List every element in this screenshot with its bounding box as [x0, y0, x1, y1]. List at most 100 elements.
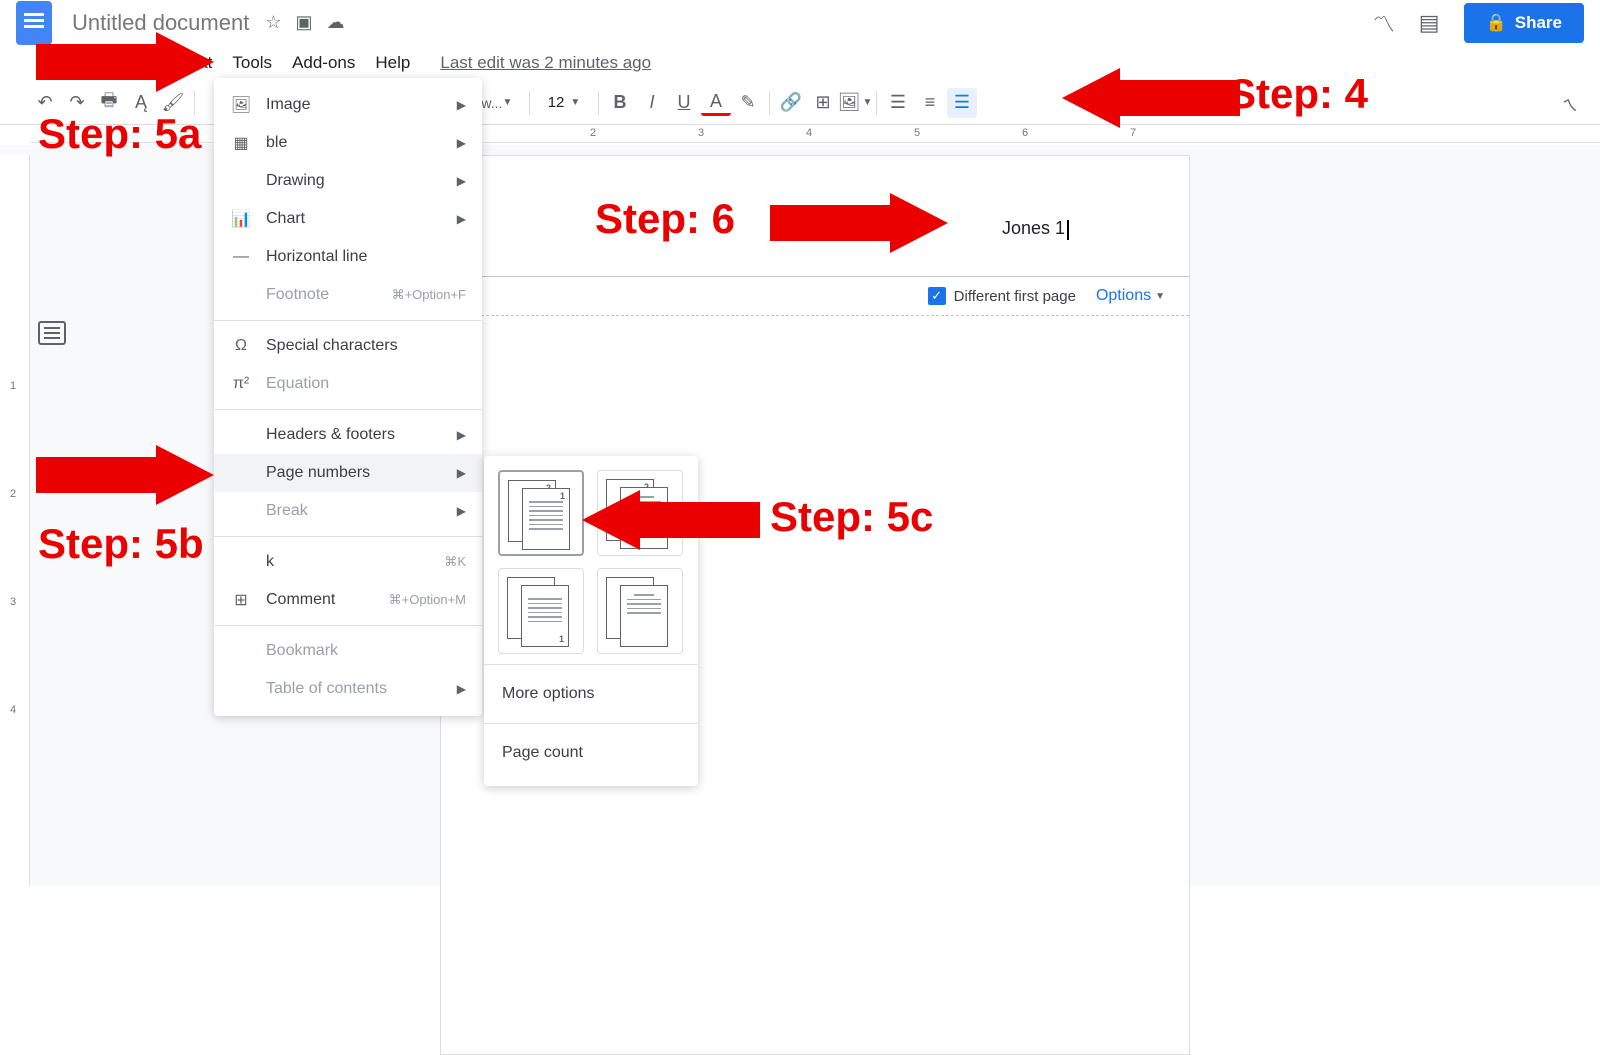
submenu-page-count[interactable]: Page count: [498, 734, 684, 772]
menu-item-table[interactable]: ▦ ble ▶: [214, 124, 482, 162]
menu-item-chart[interactable]: 📊 Chart ▶: [214, 200, 482, 238]
align-center-button[interactable]: ≡: [915, 88, 945, 118]
menu-help[interactable]: Help: [365, 47, 420, 79]
italic-button[interactable]: I: [637, 88, 667, 118]
insert-dropdown-menu: 🖼 Image ▶ ▦ ble ▶ Drawing ▶ 📊 Chart ▶ — …: [214, 78, 482, 716]
separator: [876, 91, 877, 115]
submenu-arrow-icon: ▶: [457, 212, 466, 226]
different-first-page-checkbox[interactable]: ✓ Different first page: [928, 287, 1076, 305]
menu-item-break[interactable]: Break ▶: [214, 492, 482, 530]
ruler-tick: 2: [10, 488, 16, 500]
shortcut-label: ⌘+Option+F: [392, 287, 466, 303]
annotation-step-5a: Step: 5a: [38, 110, 201, 158]
menu-separator: [214, 320, 482, 321]
annotation-step-4: Step: 4: [1228, 70, 1368, 118]
annotation-step-5b: Step: 5b: [38, 520, 204, 568]
highlight-button[interactable]: ✎: [733, 88, 763, 118]
document-title[interactable]: Untitled document: [72, 10, 249, 36]
menu-label: Break: [266, 502, 308, 520]
pagenum-option-top-right-skip-first[interactable]: 2: [597, 470, 683, 556]
hline-icon: —: [230, 246, 252, 268]
link-icon: [230, 551, 252, 573]
submenu-arrow-icon: ▶: [457, 174, 466, 188]
activity-icon[interactable]: 〽: [1373, 7, 1395, 39]
submenu-arrow-icon: ▶: [457, 504, 466, 518]
share-button[interactable]: 🔒 Share: [1464, 3, 1584, 43]
bold-button[interactable]: B: [605, 88, 635, 118]
menu-tools[interactable]: Tools: [222, 47, 282, 79]
pagenum-option-bottom-right[interactable]: 2 1: [498, 568, 584, 654]
menu-label: Page numbers: [266, 464, 370, 482]
menu-label: Headers & footers: [266, 426, 395, 444]
text-cursor: [1067, 220, 1069, 240]
ruler-tick: 1: [10, 380, 16, 392]
comment-icon: ⊞: [230, 589, 252, 611]
menu-item-drawing[interactable]: Drawing ▶: [214, 162, 482, 200]
ruler-tick: 5: [914, 127, 920, 139]
menu-addons[interactable]: Add-ons: [282, 47, 365, 79]
chevron-down-icon: ▼: [1155, 291, 1165, 302]
align-right-button[interactable]: ☰: [947, 88, 977, 118]
menu-item-image[interactable]: 🖼 Image ▶: [214, 86, 482, 124]
ruler-tick: 4: [10, 704, 16, 716]
font-size-selector[interactable]: 12 ▼: [536, 94, 592, 111]
last-edit-link[interactable]: Last edit was 2 minutes ago: [440, 53, 651, 73]
comments-icon[interactable]: ▤: [1419, 10, 1440, 36]
cloud-icon[interactable]: ☁: [326, 12, 344, 33]
menu-label: Footnote: [266, 286, 329, 304]
move-icon[interactable]: ▣: [295, 12, 312, 33]
pagenum-option-top-right[interactable]: 2 1: [498, 470, 584, 556]
menu-item-toc[interactable]: Table of contents ▶: [214, 670, 482, 708]
menu-label: Image: [266, 96, 310, 114]
title-bar: Untitled document ☆ ▣ ☁ 〽 ▤ 🔒 Share: [0, 0, 1600, 45]
align-left-button[interactable]: ☰: [883, 88, 913, 118]
menu-item-footnote[interactable]: Footnote ⌘+Option+F: [214, 276, 482, 314]
footnote-icon: [230, 284, 252, 306]
submenu-arrow-icon: ▶: [457, 136, 466, 150]
link-button[interactable]: 🔗: [776, 88, 806, 118]
menu-label: Table of contents: [266, 680, 387, 698]
menu-label: Special characters: [266, 337, 398, 355]
docs-logo-icon[interactable]: [16, 1, 52, 45]
ruler-tick: 6: [1022, 127, 1028, 139]
menu-separator: [214, 409, 482, 410]
header-text[interactable]: Jones 1: [1002, 218, 1069, 240]
table-icon: ▦: [230, 132, 252, 154]
pagenum-option-bottom-right-skip-first[interactable]: 2: [597, 568, 683, 654]
menu-item-link[interactable]: k ⌘K: [214, 543, 482, 581]
menu-label: ble: [266, 134, 287, 152]
checkbox-label: Different first page: [954, 288, 1076, 305]
submenu-arrow-icon: ▶: [457, 466, 466, 480]
menu-item-bookmark[interactable]: Bookmark: [214, 632, 482, 670]
comment-button[interactable]: ⊞: [808, 88, 838, 118]
image-button[interactable]: 🖼 ▼: [840, 88, 870, 118]
image-icon: 🖼: [230, 94, 252, 116]
menu-item-comment[interactable]: ⊞ Comment ⌘+Option+M: [214, 581, 482, 619]
star-icon[interactable]: ☆: [265, 12, 281, 33]
menu-item-horizontal-line[interactable]: — Horizontal line: [214, 238, 482, 276]
header-content: Jones 1: [1002, 218, 1065, 238]
menu-item-page-numbers[interactable]: Page numbers ▶: [214, 454, 482, 492]
menu-item-headers-footers[interactable]: Headers & footers ▶: [214, 416, 482, 454]
menu-insert[interactable]: Insert: [86, 47, 149, 79]
chart-icon: 📊: [230, 208, 252, 230]
menu-item-equation[interactable]: π² Equation: [214, 365, 482, 403]
separator: [598, 91, 599, 115]
ruler-tick: 7: [1130, 127, 1136, 139]
header-options-dropdown[interactable]: Options ▼: [1096, 287, 1165, 305]
menu-separator: [214, 536, 482, 537]
ruler-tick: 3: [10, 596, 16, 608]
outline-toggle-icon[interactable]: [38, 321, 66, 345]
toc-icon: [230, 678, 252, 700]
submenu-more-options[interactable]: More options: [498, 675, 684, 713]
collapse-toolbar-button[interactable]: ㄟ: [1562, 92, 1578, 116]
menu-item-special-characters[interactable]: Ω Special characters: [214, 327, 482, 365]
shortcut-label: ⌘+Option+M: [389, 592, 466, 608]
menu-label: k: [266, 553, 274, 571]
ruler-tick: 4: [806, 127, 812, 139]
separator: [529, 91, 530, 115]
text-color-button[interactable]: A: [701, 90, 731, 116]
menu-format[interactable]: Format: [149, 47, 223, 79]
vertical-ruler[interactable]: 1 2 3 4: [0, 155, 30, 886]
underline-button[interactable]: U: [669, 88, 699, 118]
